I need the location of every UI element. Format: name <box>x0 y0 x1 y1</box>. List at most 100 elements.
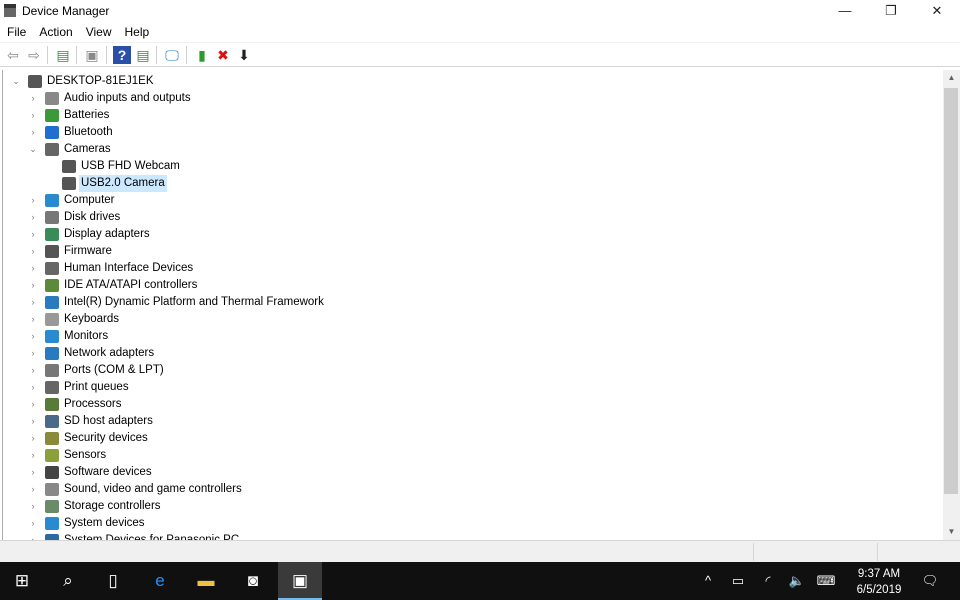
forward-icon[interactable]: ⇨ <box>25 46 43 64</box>
edge-button[interactable]: e <box>138 562 182 600</box>
tree-item-label: Human Interface Devices <box>64 262 194 274</box>
toolbar: ⇦ ⇨ ▤ ▣? ▤ 🖵 ▮ ✖ ⬇ <box>0 43 960 67</box>
tree-category[interactable]: › Print queues <box>3 379 943 396</box>
tree-device[interactable]: USB2.0 Camera <box>3 175 943 192</box>
battery-icon[interactable]: ▭ <box>724 562 752 600</box>
tree-category[interactable]: › Monitors <box>3 328 943 345</box>
update-driver-icon[interactable]: ▮ <box>193 46 211 64</box>
show-hidden-icons[interactable]: ^ <box>694 562 722 600</box>
camera-button[interactable]: ◙ <box>231 562 275 600</box>
expand-chevron-icon[interactable]: › <box>28 532 38 540</box>
touch-keyboard-icon[interactable]: ⌨ <box>812 562 840 600</box>
scan-hardware-icon[interactable]: 🖵 <box>163 46 181 64</box>
tree-category[interactable]: › Storage controllers <box>3 498 943 515</box>
tree-item-label: Intel(R) Dynamic Platform and Thermal Fr… <box>64 296 324 308</box>
tree-category[interactable]: ⌄ Cameras <box>3 141 943 158</box>
menu-help[interactable]: Help <box>118 22 156 39</box>
tree-category[interactable]: › Human Interface Devices <box>3 260 943 277</box>
tree-device[interactable]: USB FHD Webcam <box>3 158 943 175</box>
search-button[interactable]: ⌕ <box>46 562 90 600</box>
expand-chevron-icon[interactable]: › <box>28 498 38 515</box>
tree-category[interactable]: › Display adapters <box>3 226 943 243</box>
tree-category[interactable]: › System Devices for Panasonic PC <box>3 532 943 540</box>
tree-category[interactable]: › Disk drives <box>3 209 943 226</box>
tree-root-computer[interactable]: ⌄ DESKTOP-81EJ1EK <box>3 73 943 90</box>
disable-icon[interactable]: ⬇ <box>235 46 253 64</box>
uninstall-icon[interactable]: ✖ <box>214 46 232 64</box>
notifications-icon[interactable]: 🗨 <box>914 562 946 600</box>
clock[interactable]: 9:37 AM 6/5/2019 <box>850 566 908 598</box>
volume-icon[interactable]: 🔈 <box>783 562 811 600</box>
menu-view[interactable]: View <box>79 22 118 39</box>
tree-item-label: Cameras <box>64 143 111 155</box>
tree-category[interactable]: › Audio inputs and outputs <box>3 90 943 107</box>
file-explorer-button[interactable]: ▬ <box>184 562 228 600</box>
tree-item-label: System Devices for Panasonic PC <box>64 534 240 540</box>
tree-category[interactable]: › IDE ATA/ATAPI controllers <box>3 277 943 294</box>
tree-category[interactable]: › Bluetooth <box>3 124 943 141</box>
expand-chevron-icon[interactable]: › <box>28 362 38 379</box>
expand-chevron-icon[interactable]: › <box>28 277 38 294</box>
tree-category[interactable]: › Keyboards <box>3 311 943 328</box>
tree-item-label: Computer <box>64 194 115 206</box>
scroll-up-arrow[interactable]: ▲ <box>943 70 960 86</box>
tree-category[interactable]: › Network adapters <box>3 345 943 362</box>
expand-chevron-icon[interactable]: › <box>28 209 38 226</box>
expand-chevron-icon[interactable]: › <box>28 481 38 498</box>
expand-chevron-icon[interactable]: › <box>28 294 38 311</box>
expand-chevron-icon[interactable]: › <box>28 192 38 209</box>
show-action-pane-icon[interactable]: ▤ <box>134 46 152 64</box>
tree-category[interactable]: › SD host adapters <box>3 413 943 430</box>
category-icon <box>45 483 59 496</box>
back-icon[interactable]: ⇦ <box>4 46 22 64</box>
show-hide-console-tree-icon[interactable]: ▤ <box>54 46 72 64</box>
vertical-scrollbar[interactable]: ▲ ▼ <box>943 70 960 540</box>
tree-category[interactable]: › Computer <box>3 192 943 209</box>
expand-chevron-icon[interactable]: › <box>28 430 38 447</box>
expand-chevron-icon[interactable]: › <box>28 124 38 141</box>
tree-item-label: Processors <box>64 398 122 410</box>
tree-category[interactable]: › Batteries <box>3 107 943 124</box>
menu-action[interactable]: Action <box>32 22 78 39</box>
minimize-button[interactable]: — <box>822 0 868 22</box>
expand-chevron-icon[interactable]: › <box>28 107 38 124</box>
tree-category[interactable]: › Software devices <box>3 464 943 481</box>
expand-chevron-icon[interactable]: › <box>28 311 38 328</box>
scroll-thumb[interactable] <box>944 88 958 494</box>
category-icon <box>45 500 59 513</box>
expand-chevron-icon[interactable]: › <box>28 328 38 345</box>
properties-icon[interactable]: ▣ <box>83 46 101 64</box>
expand-chevron-icon[interactable]: › <box>28 379 38 396</box>
expand-chevron-icon[interactable]: › <box>28 396 38 413</box>
menu-file[interactable]: File <box>0 22 32 39</box>
expand-chevron-icon[interactable]: › <box>28 226 38 243</box>
tree-category[interactable]: › Sensors <box>3 447 943 464</box>
root-computer-icon <box>28 75 42 88</box>
expand-chevron-icon[interactable]: › <box>28 243 38 260</box>
collapse-chevron-icon[interactable]: ⌄ <box>11 73 21 90</box>
task-view-button[interactable]: ▯ <box>91 562 135 600</box>
scroll-down-arrow[interactable]: ▼ <box>943 524 960 540</box>
device-manager-button[interactable]: ▣ <box>278 562 322 600</box>
tree-category[interactable]: › Sound, video and game controllers <box>3 481 943 498</box>
expand-chevron-icon[interactable]: › <box>28 413 38 430</box>
tree-category[interactable]: › Ports (COM & LPT) <box>3 362 943 379</box>
tree-category[interactable]: › System devices <box>3 515 943 532</box>
expand-chevron-icon[interactable]: › <box>28 345 38 362</box>
maximize-button[interactable]: ❐ <box>868 0 914 22</box>
category-icon <box>45 211 59 224</box>
tree-category[interactable]: › Intel(R) Dynamic Platform and Thermal F… <box>3 294 943 311</box>
expand-chevron-icon[interactable]: › <box>28 515 38 532</box>
expand-chevron-icon[interactable]: › <box>28 260 38 277</box>
wifi-icon[interactable]: ◜ <box>754 562 782 600</box>
expand-chevron-icon[interactable]: › <box>28 447 38 464</box>
tree-category[interactable]: › Security devices <box>3 430 943 447</box>
tree-category[interactable]: › Firmware <box>3 243 943 260</box>
expand-chevron-icon[interactable]: › <box>28 90 38 107</box>
tree-category[interactable]: › Processors <box>3 396 943 413</box>
start-button[interactable]: ⊞ <box>0 562 44 600</box>
help-icon[interactable]: ? <box>113 46 131 64</box>
close-button[interactable]: ✕ <box>914 0 960 22</box>
expand-chevron-icon[interactable]: › <box>28 464 38 481</box>
collapse-chevron-icon[interactable]: ⌄ <box>28 141 38 158</box>
